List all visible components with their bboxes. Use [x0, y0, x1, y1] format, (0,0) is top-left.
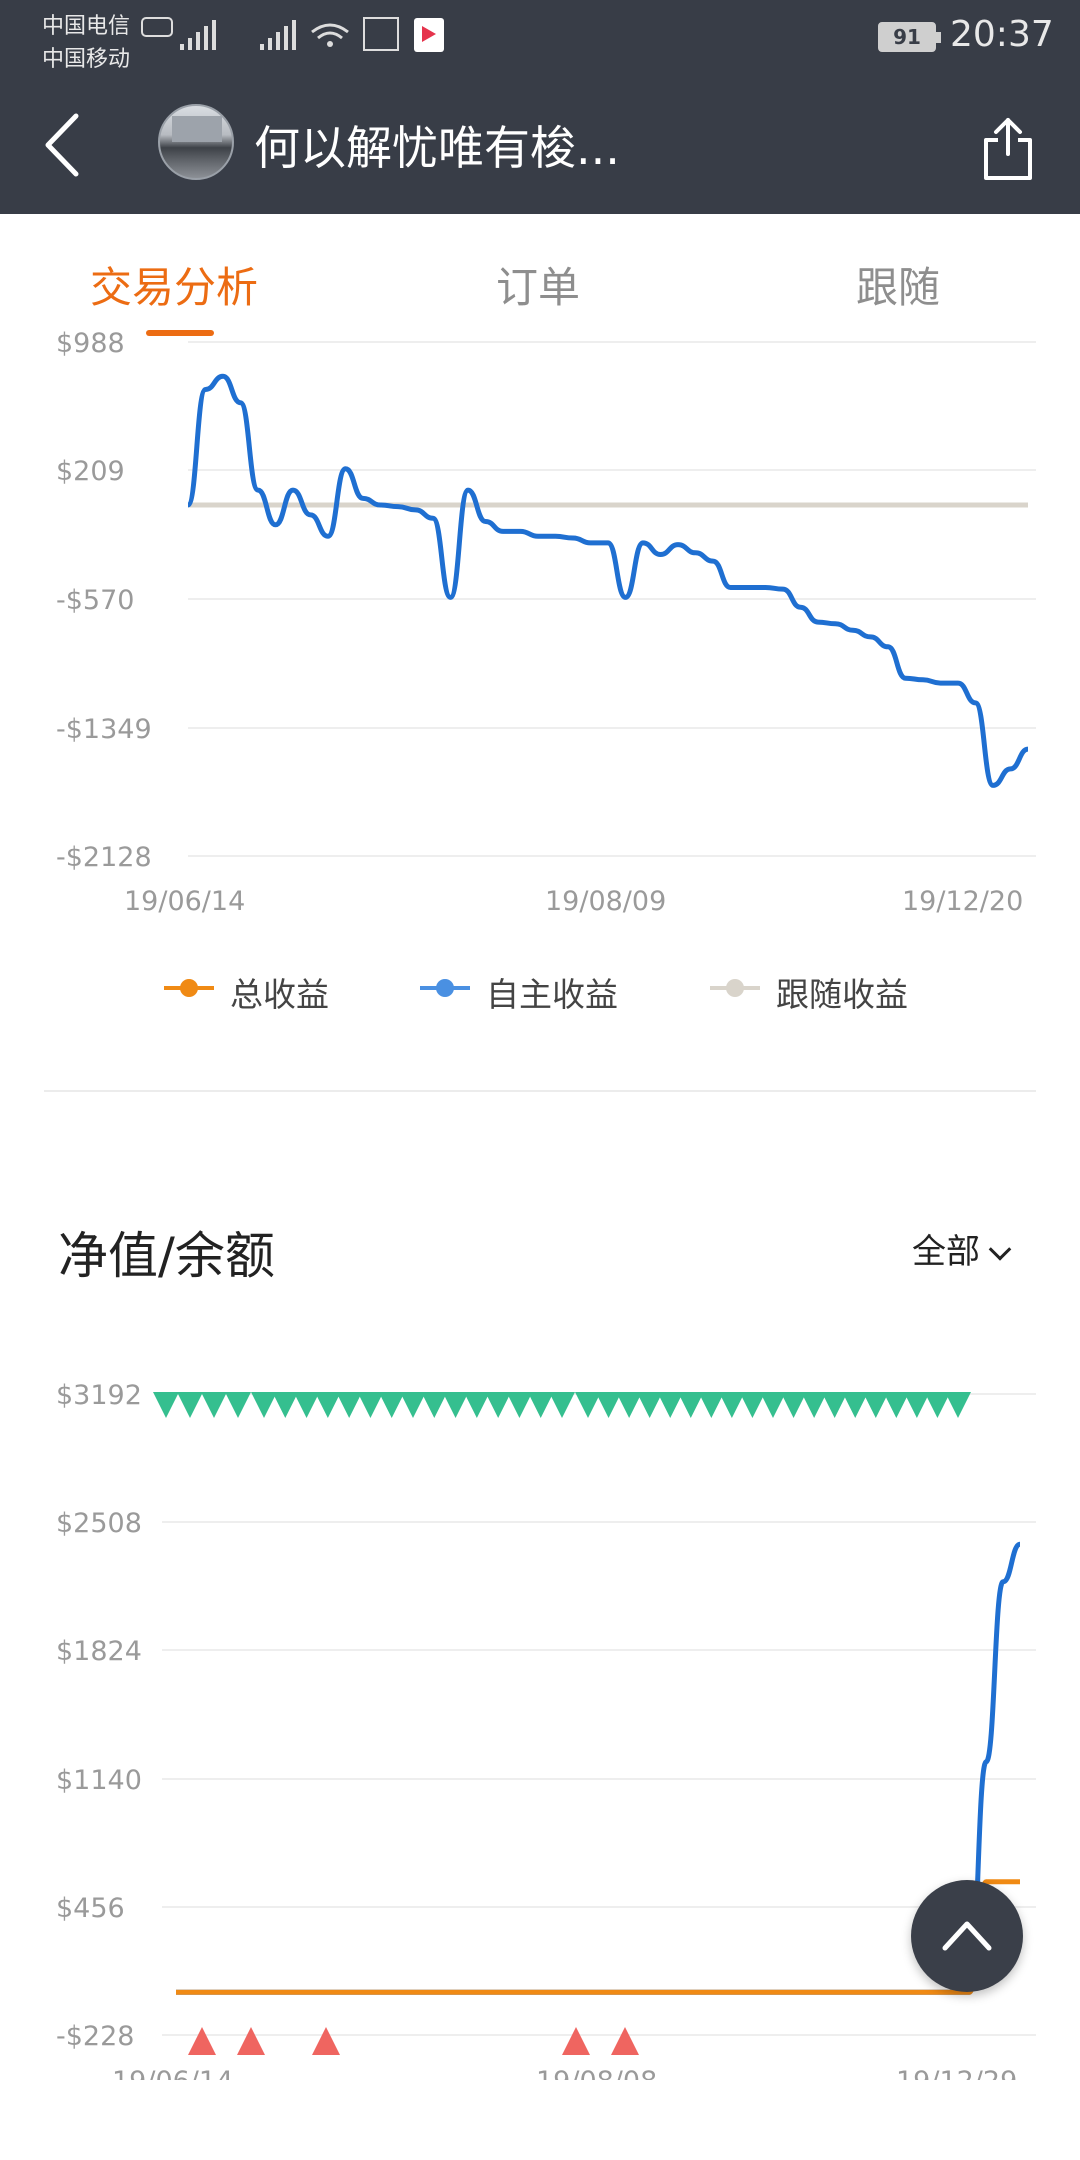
- section-divider: [44, 1090, 1036, 1092]
- deposit-marker: [357, 1392, 384, 1418]
- app-header: 何以解忧唯有梭...: [0, 70, 1080, 214]
- x-tick-label: 19/08/08: [536, 2066, 657, 2080]
- profit-chart-grid: [188, 341, 1036, 857]
- legend-marker: [164, 979, 214, 997]
- tab-follow[interactable]: 跟随: [856, 254, 940, 315]
- deposit-marker: [821, 1392, 848, 1418]
- deposit-marker: [718, 1392, 745, 1418]
- section-title: 净值/余额: [58, 1227, 275, 1285]
- deposit-marker: [485, 1392, 512, 1418]
- withdraw-marker: [237, 2027, 265, 2055]
- deposit-marker: [636, 1392, 663, 1418]
- deposit-marker: [862, 1392, 889, 1418]
- status-time: 20:37: [950, 14, 1054, 55]
- status-bar: 中国电信 中国移动 91 20:37: [0, 0, 1080, 72]
- x-tick-label: 19/06/14: [124, 886, 245, 917]
- y-tick-label: $209: [56, 456, 125, 487]
- deposit-marker: [616, 1392, 643, 1418]
- deposit-marker: [760, 1392, 786, 1418]
- deposit-marker: [153, 1392, 179, 1418]
- withdraw-marker: [562, 2027, 590, 2055]
- deposit-marker: [177, 1392, 203, 1418]
- profit-chart: $988 $209 -$570 -$1349 -$2128 19/06/14 1…: [56, 330, 1036, 917]
- deposit-marker: [336, 1392, 363, 1418]
- netvalue-chart: $3192 $2508 $1824 $1140 $456 -$228 19/06…: [56, 1380, 1036, 2080]
- y-tick-label: $1824: [56, 1636, 142, 1667]
- deposit-marker: [945, 1392, 971, 1418]
- period-filter-dropdown[interactable]: 全部: [912, 1224, 1012, 1273]
- deposit-marker: [400, 1392, 426, 1418]
- y-tick-label: $3192: [56, 1380, 142, 1411]
- back-arrow-icon[interactable]: [40, 110, 90, 180]
- legend-label: 跟随收益: [776, 975, 908, 1014]
- legend-marker: [420, 979, 470, 997]
- deposit-marker: [842, 1392, 869, 1418]
- deposit-marker: [201, 1392, 227, 1418]
- deposit-marker: [378, 1392, 405, 1418]
- battery-indicator: 91: [878, 22, 941, 52]
- deposit-marker: [463, 1392, 490, 1418]
- deposit-marker: [527, 1392, 554, 1418]
- y-tick-label: $456: [56, 1893, 125, 1924]
- y-tick-label: -$2128: [56, 842, 152, 873]
- tab-trade-analysis[interactable]: 交易分析: [90, 254, 258, 315]
- legend-marker: [710, 979, 760, 997]
- chevron-down-icon: [988, 1238, 1012, 1261]
- withdraw-marker: [312, 2027, 340, 2055]
- x-tick-label: 19/06/14: [112, 2066, 233, 2080]
- tab-orders[interactable]: 订单: [496, 254, 580, 315]
- y-tick-label: $988: [56, 330, 125, 359]
- carrier-2: 中国移动: [42, 47, 131, 72]
- signal-icons: [141, 17, 444, 52]
- deposit-marker: [549, 1392, 575, 1418]
- y-tick-label: $1140: [56, 1765, 142, 1796]
- tab-bar: 交易分析 订单 跟随: [0, 214, 1080, 344]
- deposit-marker: [442, 1392, 469, 1418]
- legend-label: 总收益: [230, 975, 329, 1014]
- deposit-marker: [314, 1392, 341, 1418]
- deposit-marker: [739, 1392, 766, 1418]
- deposit-marker: [225, 1392, 251, 1418]
- legend-label: 自主收益: [486, 975, 618, 1014]
- deposit-marker: [506, 1392, 533, 1418]
- y-tick-label: -$1349: [56, 714, 152, 745]
- series-line-余额: [175, 1879, 1020, 1995]
- y-tick-label: -$228: [56, 2021, 134, 2052]
- deposit-marker: [883, 1392, 910, 1418]
- y-tick-label: -$570: [56, 585, 134, 616]
- withdraw-marker: [611, 2027, 639, 2055]
- share-icon[interactable]: [980, 114, 1036, 184]
- x-tick-label: 19/12/20: [902, 886, 1023, 917]
- withdraw-marker: [188, 2027, 216, 2055]
- filter-label: 全部: [912, 1232, 980, 1272]
- deposit-marker: [251, 1392, 277, 1418]
- x-tick-label: 19/08/09: [545, 886, 666, 917]
- series-line-净值: [175, 1541, 1022, 1995]
- deposit-marker: [677, 1392, 704, 1418]
- deposit-marker: [698, 1392, 725, 1418]
- netvalue-chart-grid: [162, 1393, 1036, 2036]
- deposit-marker: [801, 1392, 828, 1418]
- profit-legend: 总收益 自主收益 跟随收益: [0, 968, 1080, 1014]
- deposit-marker: [575, 1392, 601, 1418]
- deposit-marker: [272, 1392, 299, 1418]
- x-tick-label: 19/12/29: [896, 2066, 1017, 2080]
- deposit-marker: [421, 1392, 448, 1418]
- deposit-marker: [595, 1392, 622, 1418]
- scroll-to-top-button[interactable]: [911, 1880, 1023, 1992]
- deposit-marker: [780, 1392, 807, 1418]
- series-line-自主收益: [185, 373, 1029, 788]
- deposit-marker: [293, 1392, 320, 1418]
- page-title: 何以解忧唯有梭...: [254, 121, 620, 175]
- deposit-marker: [903, 1392, 930, 1418]
- chevron-up-icon: [942, 1921, 992, 1951]
- y-tick-label: $2508: [56, 1508, 142, 1539]
- avatar[interactable]: [158, 104, 234, 180]
- top-bar: 中国电信 中国移动 91 20:37 何以解忧唯有梭...: [0, 0, 1080, 214]
- deposit-marker: [657, 1392, 684, 1418]
- carrier-1: 中国电信: [42, 14, 131, 39]
- deposit-marker: [924, 1392, 951, 1418]
